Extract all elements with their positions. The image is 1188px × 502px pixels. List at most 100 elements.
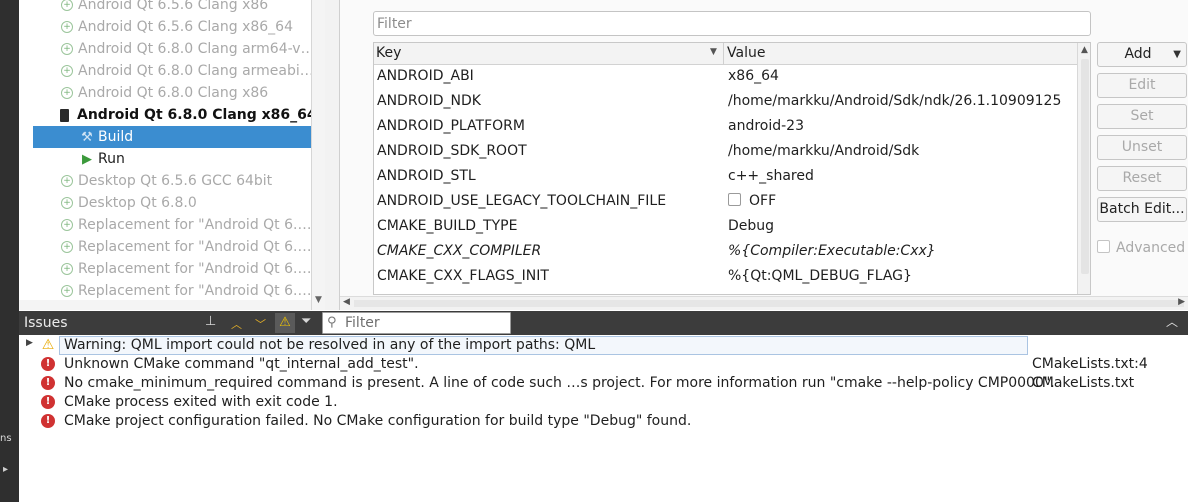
table-row[interactable]: ANDROID_NDK/home/markku/Android/Sdk/ndk/… [374, 90, 1077, 115]
left-mode-strip: ns ▸ [0, 0, 19, 502]
variable-value[interactable]: android-23 [728, 118, 804, 134]
hammer-icon: ⚒ [81, 129, 93, 145]
issue-location[interactable]: CMakeLists.txt [1032, 375, 1134, 391]
variable-value[interactable]: x86_64 [728, 68, 779, 84]
advanced-checkbox[interactable]: Advanced [1097, 240, 1185, 256]
panel-divider[interactable] [325, 0, 340, 310]
key-column-header[interactable]: Key [376, 45, 401, 61]
next-item-icon[interactable]: ﹀ [255, 316, 266, 332]
kit-item[interactable]: + Replacement for "Android Qt 6.… [19, 280, 311, 300]
value-checkbox[interactable] [728, 193, 741, 206]
variable-value[interactable]: %{Qt:QML_DEBUG_FLAG} [728, 268, 912, 284]
cmake-variables-table: Key ▼ Value ANDROID_ABI x86_64 ANDROID_NDK… [373, 42, 1091, 295]
column-separator[interactable] [723, 43, 724, 65]
variable-value[interactable]: %{Compiler:Executable:Cxx} [728, 243, 936, 259]
build-item[interactable]: ⚒ Build [33, 126, 311, 148]
table-scrollbar[interactable]: ▲ [1077, 43, 1090, 294]
advanced-check-box[interactable] [1097, 240, 1110, 253]
table-row[interactable]: CMAKE_CXX_FLAGS_INIT %{Qt:QML_DEBUG_FLAG} [374, 265, 1077, 290]
issue-row[interactable]: ! CMake project configuration failed. No … [19, 412, 1188, 431]
variable-key: ANDROID_PLATFORM [377, 118, 525, 134]
variable-key: CMAKE_CXX_COMPILER [377, 243, 542, 259]
kit-status-icon: + [61, 43, 73, 55]
expand-arrow-icon[interactable]: ▶ [26, 338, 33, 348]
kit-item[interactable]: + Android Qt 6.8.0 Clang armeabi… [19, 60, 311, 82]
mode-label-fragment[interactable]: ns [0, 433, 12, 444]
kit-tree-hscrollbar[interactable] [19, 300, 311, 310]
issue-row[interactable]: ! Unknown CMake command "qt_internal_add_… [19, 355, 1188, 374]
kit-item[interactable]: + Android Qt 6.8.0 Clang arm64-v… [19, 38, 311, 60]
search-icon: ⚲ [327, 315, 337, 330]
variable-value[interactable]: Debug [728, 218, 774, 234]
issue-row[interactable]: ! CMake process exited with exit code 1. [19, 393, 1188, 412]
issues-filter-input[interactable] [345, 314, 505, 332]
kit-item-label: Android Qt 6.8.0 Clang arm64-v… [78, 41, 311, 57]
table-row[interactable]: CMAKE_BUILD_TYPE Debug [374, 215, 1077, 240]
set-button[interactable]: Set [1097, 104, 1187, 129]
previous-item-icon[interactable]: ︿ [231, 316, 242, 332]
variable-key: ANDROID_STL [377, 168, 476, 184]
issue-row[interactable]: ▶ ⚠ Warning: QML import could not be resol… [19, 336, 1188, 355]
kit-item-label: Build [98, 129, 134, 145]
table-row[interactable]: ANDROID_ABI x86_64 [374, 65, 1077, 90]
sort-indicator-icon: ▼ [710, 47, 717, 57]
table-row[interactable]: ANDROID_PLATFORM android-23 [374, 115, 1077, 140]
edit-button[interactable]: Edit [1097, 73, 1187, 98]
expand-arrow-icon[interactable]: ▸ [3, 464, 8, 475]
collapse-pane-icon[interactable]: ︿ [1166, 313, 1178, 330]
kit-item-label: Replacement for "Android Qt 6.… [78, 261, 311, 277]
kit-item[interactable]: + Android Qt 6.8.0 Clang x86 [19, 82, 311, 104]
kit-item[interactable]: + Android Qt 6.5.6 Clang x86 [19, 0, 311, 16]
kit-status-icon: + [61, 263, 73, 275]
variable-value[interactable]: c++_shared [728, 168, 814, 184]
batch-edit-button[interactable]: Batch Edit... [1097, 197, 1187, 222]
kit-item[interactable]: + Replacement for "Android Qt 6.… [19, 258, 311, 280]
scroll-left-icon[interactable]: ◀ [343, 297, 350, 307]
issues-list: ▶ ⚠ Warning: QML import could not be resol… [19, 335, 1188, 502]
clean-icon[interactable]: ⊥ [205, 314, 216, 329]
filter-funnel-icon[interactable]: ⏷ [301, 314, 311, 329]
issues-pane-title[interactable]: Issues [24, 315, 68, 331]
kit-tree-scrollbar[interactable]: ▼ [311, 0, 325, 310]
kit-item-label: Desktop Qt 6.8.0 [78, 195, 197, 211]
reset-button[interactable]: Reset [1097, 166, 1187, 191]
variable-value[interactable]: OFF [728, 193, 776, 209]
table-row[interactable]: ANDROID_USE_LEGACY_TOOLCHAIN_FILE OFF [374, 190, 1077, 215]
error-icon: ! [41, 414, 55, 428]
kit-status-icon: + [61, 241, 73, 253]
run-item[interactable]: ▶ Run [19, 148, 311, 170]
table-row[interactable]: CMAKE_CXX_COMPILER %{Compiler:Executable:… [374, 240, 1077, 265]
config-filter-input[interactable] [373, 11, 1091, 36]
config-hscrollbar[interactable]: ◀ ▶ [340, 296, 1188, 310]
issues-filter[interactable]: ⚲ [322, 312, 511, 334]
unset-button[interactable]: Unset [1097, 135, 1187, 160]
error-icon: ! [41, 376, 55, 390]
warning-toggle-icon[interactable]: ⚠ [275, 313, 295, 333]
scroll-thumb[interactable] [1081, 59, 1089, 274]
value-column-header[interactable]: Value [727, 45, 765, 61]
add-button[interactable]: Add ▼ [1097, 42, 1187, 67]
kit-item[interactable]: + Desktop Qt 6.8.0 [19, 192, 311, 214]
kit-status-icon: + [61, 0, 73, 11]
warning-icon: ⚠ [41, 337, 55, 353]
kit-item[interactable]: + Replacement for "Android Qt 6.… [19, 236, 311, 258]
scroll-down-icon[interactable]: ▼ [315, 295, 322, 305]
error-icon: ! [41, 357, 55, 371]
variable-value[interactable]: /home/markku/Android/Sdk/ndk/26.1.109091… [728, 93, 1061, 109]
kit-item-label: Run [98, 151, 125, 167]
advanced-label: Advanced [1116, 240, 1186, 256]
variable-value[interactable]: /home/markku/Android/Sdk [728, 143, 919, 159]
kit-tree: + Android Qt 6.5.6 Clang x86 + Android Qt 6… [19, 0, 311, 300]
table-row[interactable]: ANDROID_SDK_ROOT/home/markku/Android/Sdk [374, 140, 1077, 165]
issue-row[interactable]: ! No cmake_minimum_required command is pr… [19, 374, 1188, 393]
kit-item[interactable]: + Desktop Qt 6.5.6 GCC 64bit [19, 170, 311, 192]
kit-item[interactable]: + Android Qt 6.5.6 Clang x86_64 [19, 16, 311, 38]
issue-location[interactable]: CMakeLists.txt:4 [1032, 356, 1148, 372]
hscroll-track[interactable] [354, 300, 1184, 307]
scroll-right-icon[interactable]: ▶ [1178, 297, 1185, 307]
kit-item[interactable]: + Replacement for "Android Qt 6.… [19, 214, 311, 236]
kit-item[interactable]: Android Qt 6.8.0 Clang x86_64 [19, 104, 311, 126]
scroll-up-icon[interactable]: ▲ [1081, 45, 1088, 55]
table-row[interactable]: ANDROID_STL c++_shared [374, 165, 1077, 190]
add-button-label: Add [1124, 46, 1152, 62]
